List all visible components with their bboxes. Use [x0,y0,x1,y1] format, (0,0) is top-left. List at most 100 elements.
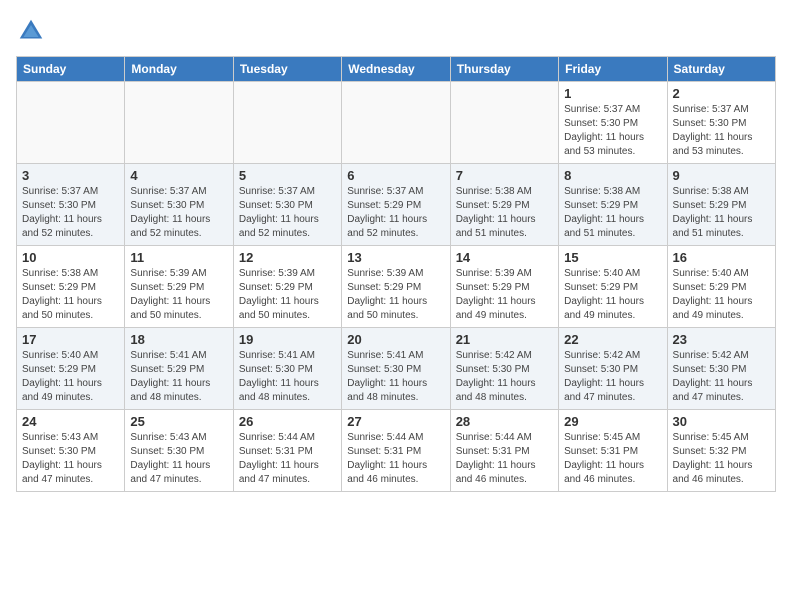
day-info: Sunrise: 5:42 AM Sunset: 5:30 PM Dayligh… [456,349,553,405]
day-info: Sunrise: 5:45 AM Sunset: 5:31 PM Dayligh… [564,431,661,487]
calendar-cell: 14 Sunrise: 5:39 AM Sunset: 5:29 PM Dayli… [450,246,558,328]
day-number: 14 [456,250,553,265]
day-number: 2 [673,86,770,101]
day-number: 15 [564,250,661,265]
day-number: 7 [456,168,553,183]
calendar-week-row: 24 Sunrise: 5:43 AM Sunset: 5:30 PM Dayli… [17,410,776,492]
calendar-cell: 29 Sunrise: 5:45 AM Sunset: 5:31 PM Dayli… [559,410,667,492]
day-number: 19 [239,332,336,347]
calendar-cell [125,82,233,164]
day-info: Sunrise: 5:44 AM Sunset: 5:31 PM Dayligh… [347,431,444,487]
weekday-header: Sunday [17,57,125,82]
day-number: 18 [130,332,227,347]
day-number: 24 [22,414,119,429]
calendar-cell: 5Sunrise: 5:37 AM Sunset: 5:30 PM Daylig… [233,164,341,246]
day-number: 23 [673,332,770,347]
day-info: Sunrise: 5:39 AM Sunset: 5:29 PM Dayligh… [239,267,336,323]
day-info: Sunrise: 5:40 AM Sunset: 5:29 PM Dayligh… [564,267,661,323]
calendar-cell [17,82,125,164]
day-info: Sunrise: 5:39 AM Sunset: 5:29 PM Dayligh… [130,267,227,323]
day-info: Sunrise: 5:42 AM Sunset: 5:30 PM Dayligh… [564,349,661,405]
calendar-week-row: 3 Sunrise: 5:37 AM Sunset: 5:30 PM Daylig… [17,164,776,246]
calendar-cell [450,82,558,164]
calendar-cell: 8 Sunrise: 5:38 AM Sunset: 5:29 PM Daylig… [559,164,667,246]
day-number: 13 [347,250,444,265]
calendar-cell: 17 Sunrise: 5:40 AM Sunset: 5:29 PM Dayli… [17,328,125,410]
calendar-table: SundayMondayTuesdayWednesdayThursdayFrid… [16,56,776,492]
day-info: Sunrise: 5:43 AM Sunset: 5:30 PM Dayligh… [130,431,227,487]
calendar-cell: 4 Sunrise: 5:37 AM Sunset: 5:30 PM Daylig… [125,164,233,246]
day-number: 27 [347,414,444,429]
day-number: 3 [22,168,119,183]
calendar-cell: 15 Sunrise: 5:40 AM Sunset: 5:29 PM Dayli… [559,246,667,328]
calendar-cell: 19 Sunrise: 5:41 AM Sunset: 5:30 PM Dayli… [233,328,341,410]
weekday-header: Saturday [667,57,775,82]
day-info: Sunrise: 5:45 AM Sunset: 5:32 PM Dayligh… [673,431,770,487]
day-number: 21 [456,332,553,347]
day-info: Sunrise: 5:37 AM Sunset: 5:30 PM Dayligh… [22,185,119,241]
day-info: Sunrise: 5:37 AM Sunset: 5:30 PM Dayligh… [673,103,770,159]
day-number: 12 [239,250,336,265]
day-info: Sunrise: 5:44 AM Sunset: 5:31 PM Dayligh… [456,431,553,487]
logo [16,16,50,46]
calendar-week-row: 10 Sunrise: 5:38 AM Sunset: 5:29 PM Dayli… [17,246,776,328]
day-info: Sunrise: 5:39 AM Sunset: 5:29 PM Dayligh… [456,267,553,323]
weekday-header: Tuesday [233,57,341,82]
day-number: 28 [456,414,553,429]
calendar-cell: 11Sunrise: 5:39 AM Sunset: 5:29 PM Dayli… [125,246,233,328]
day-number: 6 [347,168,444,183]
calendar-week-row: 17 Sunrise: 5:40 AM Sunset: 5:29 PM Dayli… [17,328,776,410]
weekday-header: Friday [559,57,667,82]
day-info: Sunrise: 5:38 AM Sunset: 5:29 PM Dayligh… [564,185,661,241]
day-info: Sunrise: 5:41 AM Sunset: 5:29 PM Dayligh… [130,349,227,405]
weekday-header: Thursday [450,57,558,82]
calendar-cell: 22 Sunrise: 5:42 AM Sunset: 5:30 PM Dayli… [559,328,667,410]
calendar-cell: 13 Sunrise: 5:39 AM Sunset: 5:29 PM Dayli… [342,246,450,328]
day-number: 30 [673,414,770,429]
day-number: 20 [347,332,444,347]
weekday-header: Wednesday [342,57,450,82]
day-info: Sunrise: 5:39 AM Sunset: 5:29 PM Dayligh… [347,267,444,323]
day-info: Sunrise: 5:43 AM Sunset: 5:30 PM Dayligh… [22,431,119,487]
day-number: 26 [239,414,336,429]
day-info: Sunrise: 5:37 AM Sunset: 5:30 PM Dayligh… [564,103,661,159]
calendar-cell: 1 Sunrise: 5:37 AM Sunset: 5:30 PM Daylig… [559,82,667,164]
day-number: 16 [673,250,770,265]
calendar-cell: 6 Sunrise: 5:37 AM Sunset: 5:29 PM Daylig… [342,164,450,246]
day-number: 10 [22,250,119,265]
calendar-cell: 3 Sunrise: 5:37 AM Sunset: 5:30 PM Daylig… [17,164,125,246]
calendar-cell: 25 Sunrise: 5:43 AM Sunset: 5:30 PM Dayli… [125,410,233,492]
calendar-cell: 16Sunrise: 5:40 AM Sunset: 5:29 PM Dayli… [667,246,775,328]
calendar-cell: 24 Sunrise: 5:43 AM Sunset: 5:30 PM Dayli… [17,410,125,492]
calendar-week-row: 1 Sunrise: 5:37 AM Sunset: 5:30 PM Daylig… [17,82,776,164]
calendar-cell [342,82,450,164]
day-number: 5 [239,168,336,183]
day-number: 8 [564,168,661,183]
day-number: 17 [22,332,119,347]
page-header [16,16,776,46]
calendar-cell: 2 Sunrise: 5:37 AM Sunset: 5:30 PM Daylig… [667,82,775,164]
calendar-cell: 28 Sunrise: 5:44 AM Sunset: 5:31 PM Dayli… [450,410,558,492]
calendar-cell: 20Sunrise: 5:41 AM Sunset: 5:30 PM Dayli… [342,328,450,410]
calendar-cell: 12 Sunrise: 5:39 AM Sunset: 5:29 PM Dayli… [233,246,341,328]
day-info: Sunrise: 5:40 AM Sunset: 5:29 PM Dayligh… [22,349,119,405]
calendar-cell: 30 Sunrise: 5:45 AM Sunset: 5:32 PM Dayli… [667,410,775,492]
day-info: Sunrise: 5:38 AM Sunset: 5:29 PM Dayligh… [22,267,119,323]
day-number: 29 [564,414,661,429]
day-info: Sunrise: 5:41 AM Sunset: 5:30 PM Dayligh… [239,349,336,405]
day-number: 25 [130,414,227,429]
day-info: Sunrise: 5:38 AM Sunset: 5:29 PM Dayligh… [456,185,553,241]
day-info: Sunrise: 5:38 AM Sunset: 5:29 PM Dayligh… [673,185,770,241]
day-info: Sunrise: 5:37 AM Sunset: 5:30 PM Dayligh… [130,185,227,241]
calendar-cell: 27 Sunrise: 5:44 AM Sunset: 5:31 PM Dayli… [342,410,450,492]
day-number: 4 [130,168,227,183]
day-info: Sunrise: 5:37 AM Sunset: 5:29 PM Dayligh… [347,185,444,241]
calendar-cell: 23Sunrise: 5:42 AM Sunset: 5:30 PM Dayli… [667,328,775,410]
day-number: 9 [673,168,770,183]
weekday-header: Monday [125,57,233,82]
calendar-cell: 21 Sunrise: 5:42 AM Sunset: 5:30 PM Dayli… [450,328,558,410]
logo-icon [16,16,46,46]
calendar-cell [233,82,341,164]
day-number: 22 [564,332,661,347]
day-number: 1 [564,86,661,101]
